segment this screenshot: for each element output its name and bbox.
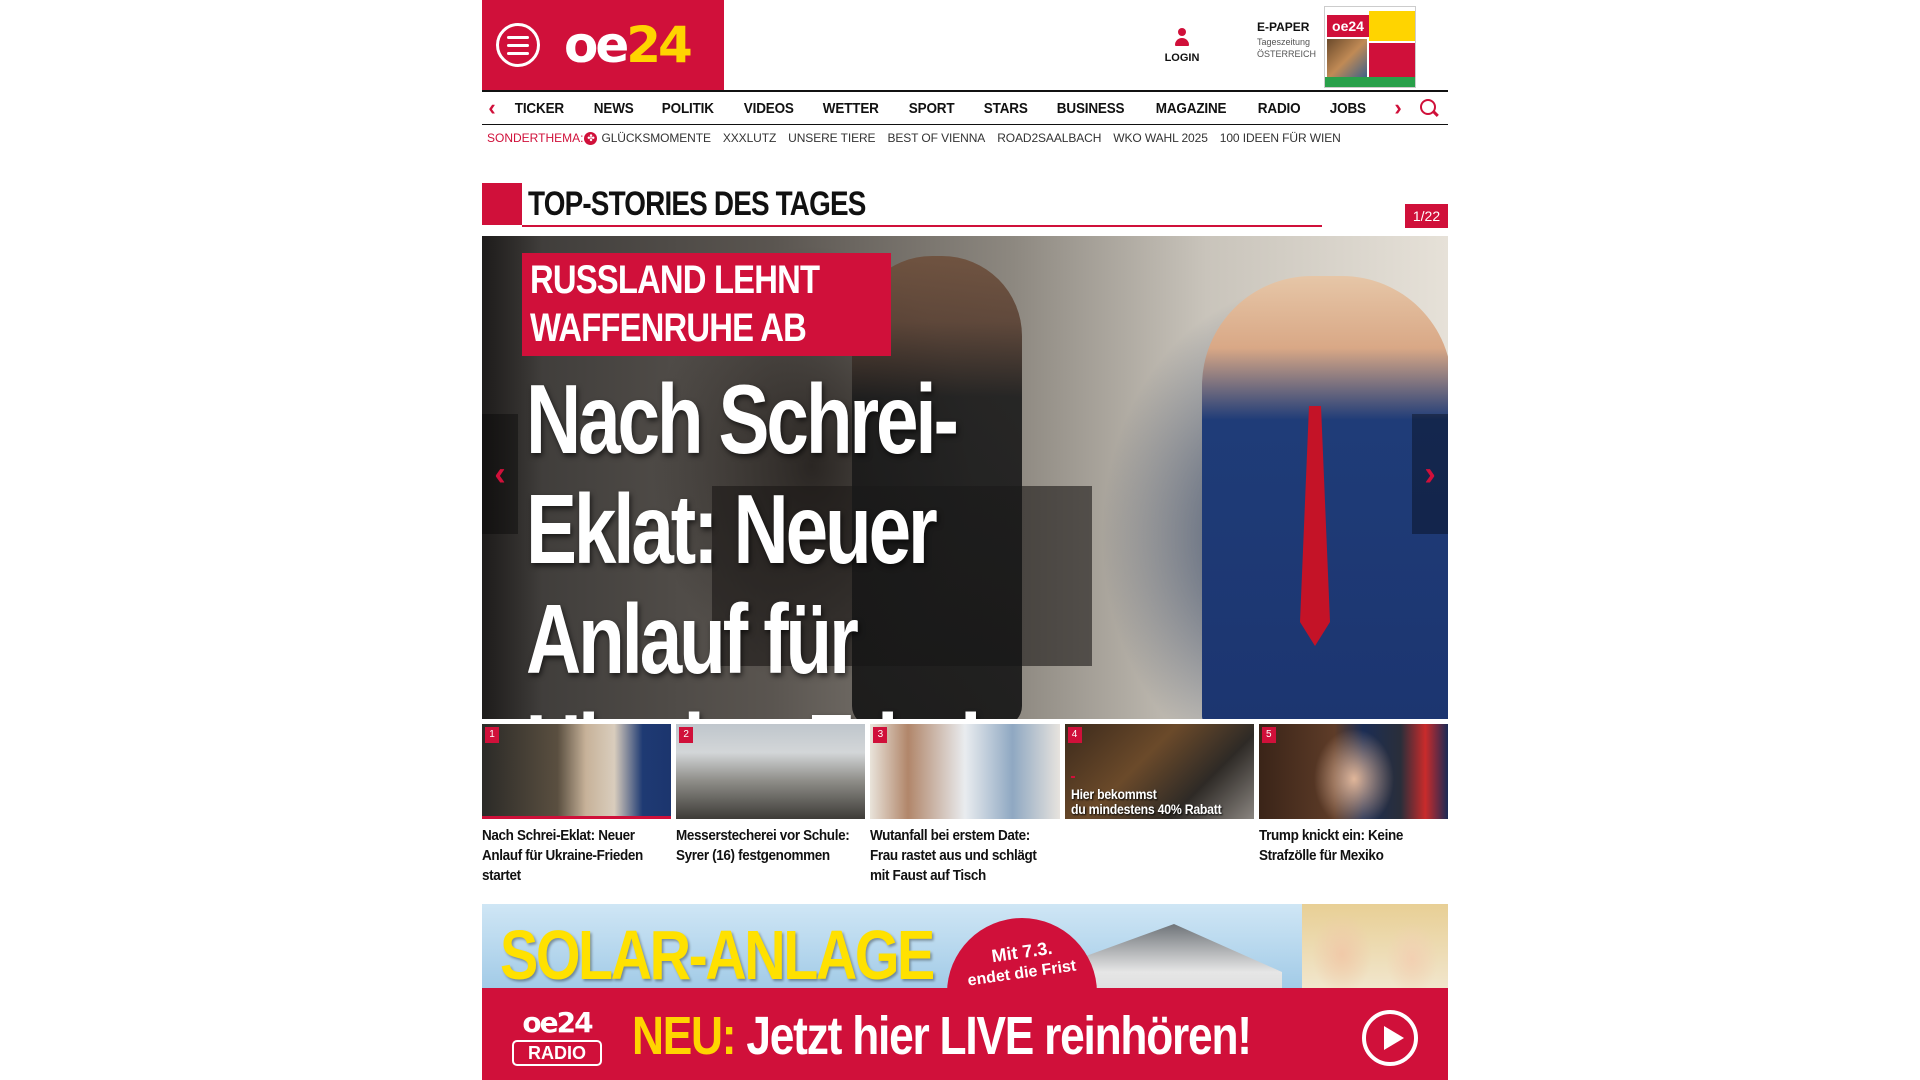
hero-kicker: RUSSLAND LEHNT WAFFENRUHE AB [522,253,891,356]
thumbnail-story[interactable]: 1 Nach Schrei-Eklat: Neuer Anlauf für Uk… [482,724,672,886]
hero-kicker-line: WAFFENRUHE AB [530,306,807,350]
main-nav: ‹ TICKER NEWS POLITIK VIDEOS WETTER SPOR… [482,90,1448,125]
thumbnail-image: 3 [870,724,1060,819]
nav-item-business[interactable]: BUSINESS [1046,100,1135,117]
hero-headline-line: Eklat: Neuer Anlauf für [526,474,938,694]
topic-100-ideen[interactable]: 100 IDEEN FÜR WIEN [1220,131,1341,145]
thumbnail-story[interactable]: 2 Messerstecherei vor Schule: Syrer (16)… [676,724,866,886]
special-topics-bar: SONDERTHEMA: ✤ GLÜCKSMOMENTE XXXLUTZ UNSE… [482,128,1448,148]
epaper-cover-block [1369,11,1415,41]
topic-wko-wahl[interactable]: WKO WAHL 2025 [1113,131,1208,145]
search-icon[interactable] [1418,98,1440,120]
special-topic-label: SONDERTHEMA: ✤ [487,131,598,145]
epaper-cover-strip [1325,77,1415,87]
radio-cta-text: Jetzt hier LIVE reinhören! [735,1006,1252,1066]
topic-unsere-tiere[interactable]: UNSERE TIERE [788,131,875,145]
nav-item-stars[interactable]: STARS [973,100,1038,117]
epaper-link[interactable]: E-PAPER Tageszeitung ÖSTERREICH [1257,20,1327,59]
nav-item-politik[interactable]: POLITIK [651,100,725,117]
ad-tag [1070,776,1075,778]
topic-xxxlutz[interactable]: XXXLUTZ [723,131,776,145]
hero-headline-line: Ukraine-Frieden startet [526,694,1166,719]
radio-logo-top: oe24 [522,1006,593,1039]
thumbnail-caption: Messerstecherei vor Schule: Syrer (16) f… [676,827,850,864]
nav-items: TICKER NEWS POLITIK VIDEOS WETTER SPORT … [504,100,1383,117]
thumbnail-number: 4 [1067,727,1082,743]
thumbnail-number: 5 [1261,727,1276,743]
hero-headline[interactable]: Nach Schrei- Eklat: Neuer Anlauf für Ukr… [526,364,1166,719]
section-divider [522,225,1322,227]
epaper-cover-logo: oe24 [1327,15,1369,37]
thumbnail-story[interactable]: 3 Wutanfall bei erstem Date: Frau rastet… [870,724,1060,886]
menu-icon[interactable] [496,23,540,67]
clover-icon: ✤ [584,131,598,145]
ad-caption-line: Hier bekommst [1070,786,1157,802]
nav-item-magazine[interactable]: MAGAZINE [1145,100,1237,117]
hero-kicker-line: RUSSLAND LEHNT [530,258,820,302]
user-icon [1173,28,1191,48]
nav-scroll-left-icon[interactable]: ‹ [482,97,502,119]
epaper-title: E-PAPER [1257,20,1310,34]
nav-item-wetter[interactable]: WETTER [812,100,890,117]
story-thumbnails: 1 Nach Schrei-Eklat: Neuer Anlauf für Uk… [482,724,1448,886]
radio-new-label: NEU: [632,1006,737,1066]
section-marker [482,183,522,225]
thumbnail-caption: Nach Schrei-Eklat: Neuer Anlauf für Ukra… [482,827,643,884]
nav-scroll-right-icon[interactable]: › [1388,97,1408,119]
hero-story[interactable]: RUSSLAND LEHNT WAFFENRUHE AB Nach Schrei… [482,236,1448,719]
ad-caption: Hier bekommst du mindestens 40% Rabatt [1070,786,1222,817]
thumbnail-image: 2 [676,724,866,819]
section-header: TOP-STORIES DES TAGES 1/22 [482,183,1448,228]
nav-item-ticker[interactable]: TICKER [504,100,575,117]
epaper-brand: ÖSTERREICH [1257,49,1317,59]
login-button[interactable]: LOGIN [1162,28,1202,64]
play-icon[interactable] [1362,1010,1418,1066]
topic-road2saalbach[interactable]: ROAD2SAALBACH [997,131,1101,145]
hero-prev-arrow-icon[interactable]: ‹ [482,414,518,534]
ad-caption-line: du mindestens 40% Rabatt [1070,801,1222,817]
thumbnail-image: 1 [482,724,672,819]
thumbnail-image: 5 [1258,724,1448,819]
slide-counter: 1/22 [1405,204,1448,228]
logo-area[interactable]: oe24 [482,0,724,90]
page: oe24 LOGIN E-PAPER Tageszeitung ÖSTERREI… [482,0,1448,1080]
topic-best-of-vienna[interactable]: BEST OF VIENNA [887,131,985,145]
site-logo[interactable]: oe24 [564,20,693,70]
thumbnail-story[interactable]: 5 Trump knickt ein: Keine Strafzölle für… [1258,724,1448,886]
radio-logo-bottom: RADIO [512,1040,602,1066]
thumbnail-number: 3 [873,727,888,743]
topic-gluecksmomente[interactable]: GLÜCKSMOMENTE [601,131,710,145]
site-header: oe24 LOGIN E-PAPER Tageszeitung ÖSTERREI… [482,0,1448,90]
epaper-cover-photo [1327,39,1367,79]
nav-item-jobs[interactable]: JOBS [1319,100,1377,117]
epaper-cover-block [1369,43,1415,77]
hero-next-arrow-icon[interactable]: › [1412,414,1448,534]
thumbnail-caption: Wutanfall bei erstem Date: Frau rastet a… [870,827,1037,884]
thumbnail-number: 1 [485,727,499,743]
thumbnail-number: 2 [679,727,694,743]
login-label: LOGIN [1164,52,1200,64]
thumbnail-caption: Trump knickt ein: Keine Strafzölle für M… [1258,827,1403,864]
ad-headline: SOLAR-ANLAGE [500,916,935,994]
radio-live-bar[interactable]: oe24 RADIO NEU: Jetzt hier LIVE reinhöre… [482,988,1448,1080]
epaper-subtitle: Tageszeitung [1257,37,1311,47]
radio-logo: oe24 RADIO [511,1008,603,1070]
radio-cta: NEU: Jetzt hier LIVE reinhören! [632,1004,1252,1068]
thumbnail-image: 4 Hier bekommst du mindestens 40% Rabatt [1064,724,1254,819]
thumbnail-ad[interactable]: 4 Hier bekommst du mindestens 40% Rabatt [1064,724,1254,886]
nav-item-radio[interactable]: RADIO [1247,100,1311,117]
hero-headline-line: Nach Schrei- [526,364,959,474]
nav-item-videos[interactable]: VIDEOS [733,100,805,117]
epaper-cover-image[interactable]: oe24 [1324,6,1416,88]
nav-item-sport[interactable]: SPORT [898,100,965,117]
section-title: TOP-STORIES DES TAGES [528,185,866,223]
nav-item-news[interactable]: NEWS [583,100,644,117]
